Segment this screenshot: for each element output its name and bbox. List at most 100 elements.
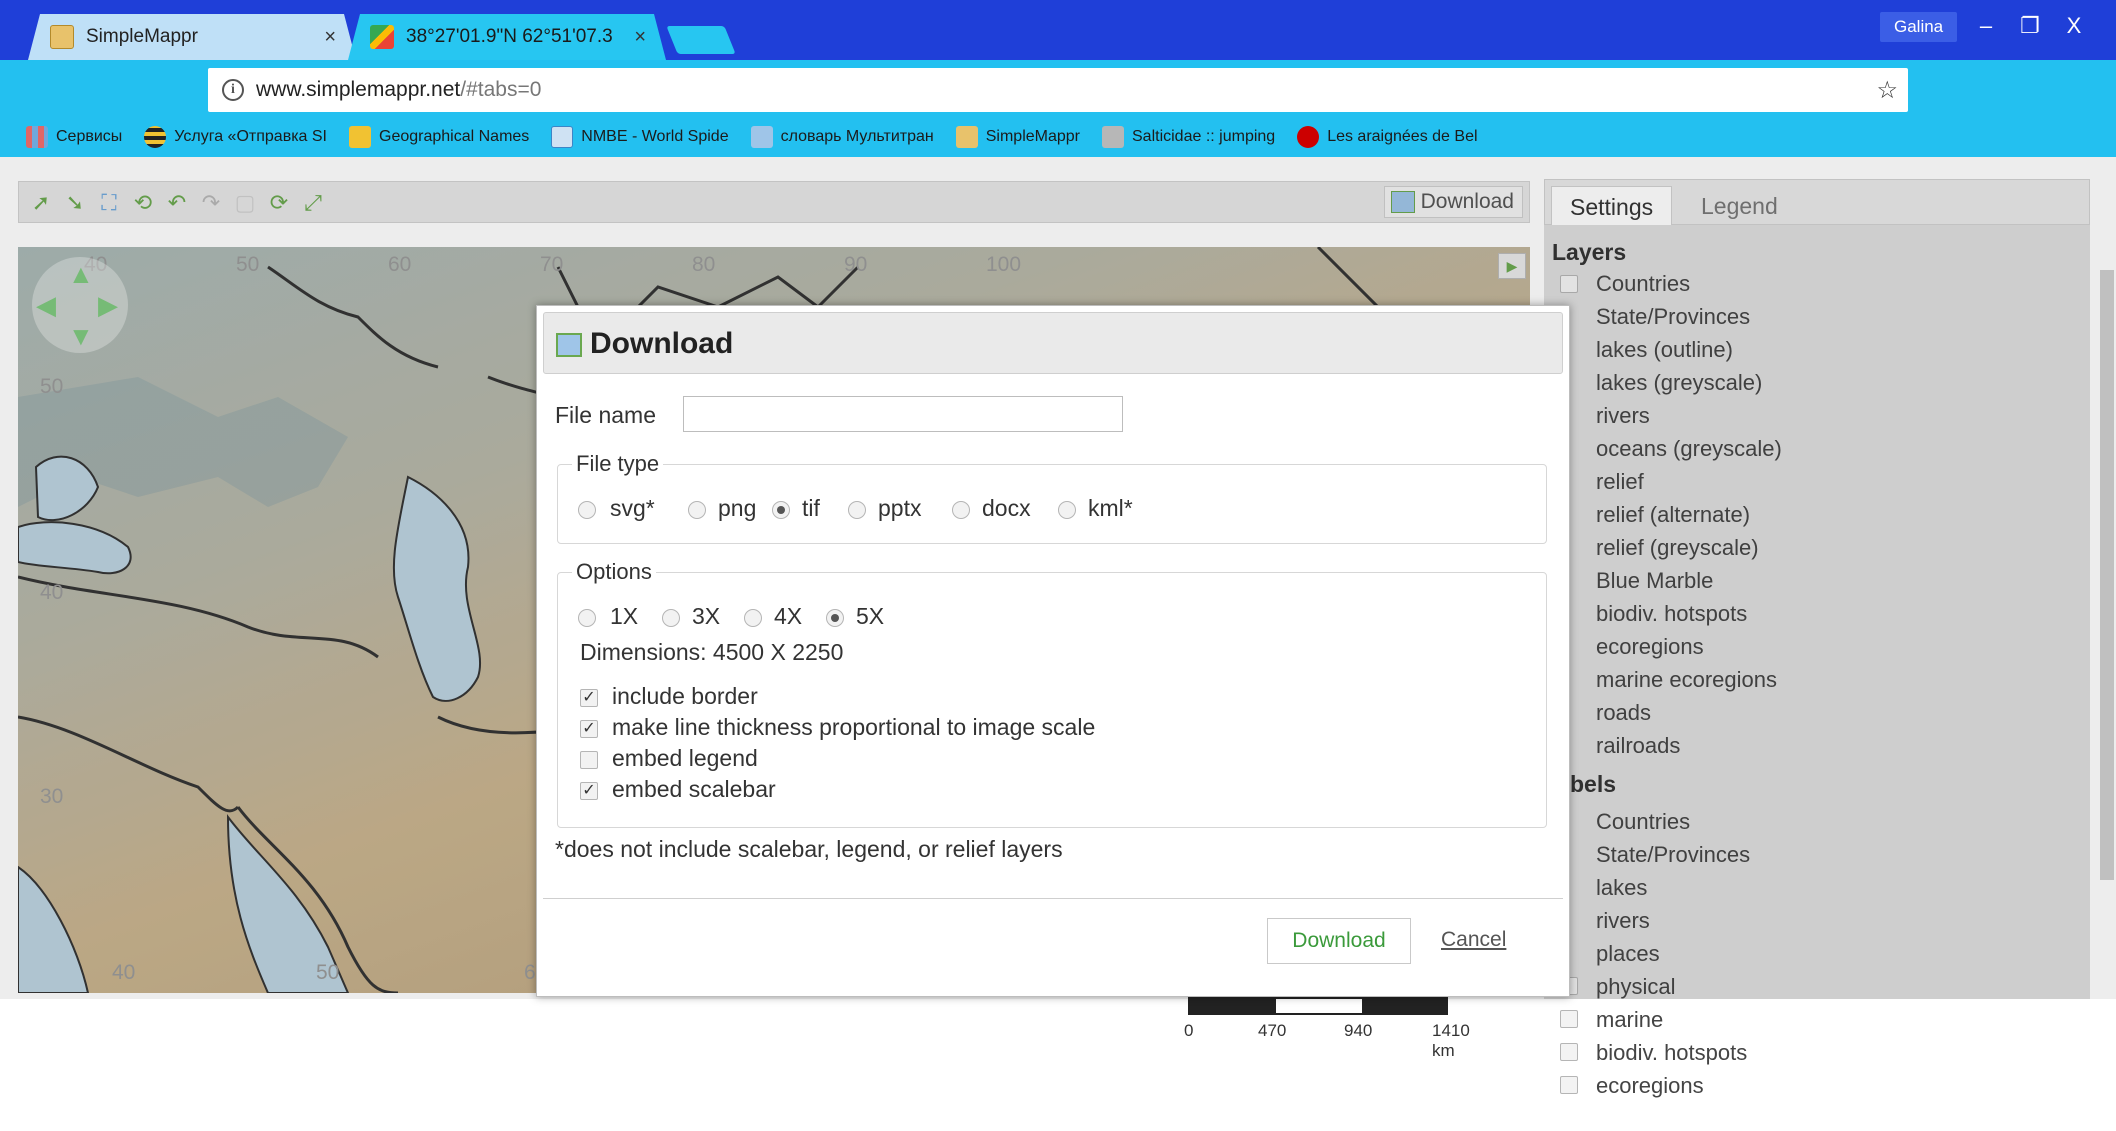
close-window-button[interactable]: X: [2052, 10, 2096, 42]
bookmark-star-icon[interactable]: ☆: [1876, 76, 1898, 105]
label-checkbox[interactable]: [1560, 1076, 1578, 1094]
simplemappr-favicon-icon: [50, 25, 74, 49]
refresh-icon[interactable]: ⟳: [267, 191, 291, 215]
embed-legend-checkbox[interactable]: [580, 751, 598, 769]
close-tab-icon[interactable]: ×: [324, 26, 336, 49]
scale-label: 1X: [610, 603, 639, 629]
layer-checkbox[interactable]: [1560, 275, 1578, 293]
scalebar-label: 470: [1258, 1021, 1287, 1040]
profile-button[interactable]: Galina: [1880, 12, 1958, 42]
options-fieldset: Options 1X 3X 4X 5X Dimensions: 4500 X 2…: [557, 559, 1547, 828]
download-button[interactable]: Download: [1267, 918, 1411, 964]
zoom-out-icon[interactable]: ➘: [63, 191, 87, 215]
url-path: /#tabs=0: [460, 78, 542, 101]
filetype-kml-radio[interactable]: [1058, 501, 1076, 519]
panel-tabs: Settings Legend: [1544, 179, 2090, 226]
bookmark-item[interactable]: Сервисы: [26, 126, 122, 148]
file-type-legend: File type: [572, 451, 664, 477]
map-lon-tick: 6: [524, 961, 536, 984]
google-maps-favicon-icon: [370, 25, 394, 49]
pan-up-icon[interactable]: ▲: [68, 259, 94, 290]
filetype-svg-radio[interactable]: [578, 501, 596, 519]
scale-label: 3X: [692, 603, 721, 629]
filetype-tif-radio[interactable]: [772, 501, 790, 519]
map-lon-tick: 80: [692, 253, 716, 276]
tab-simplemappr[interactable]: SimpleMappr ×: [28, 14, 356, 60]
bookmark-item[interactable]: SimpleMappr: [955, 126, 1080, 148]
url-host: www.simplemappr.net: [256, 78, 461, 101]
blank-page-icon[interactable]: ▢: [233, 191, 257, 215]
site-info-icon[interactable]: i: [222, 79, 244, 101]
layer-item: oceans (greyscale): [1596, 436, 1782, 461]
bookmarks-bar: Сервисы Услуга «Отправка SI Geographical…: [0, 117, 2116, 157]
fullscreen-icon[interactable]: ⤢: [301, 191, 325, 215]
tab-settings[interactable]: Settings: [1551, 186, 1673, 226]
map-lat-tick: 40: [40, 581, 64, 604]
embed-scalebar-checkbox[interactable]: ✓: [580, 782, 598, 800]
scale-label: 4X: [774, 603, 803, 629]
checkbox-label: embed legend: [612, 745, 758, 771]
scalebar-label: 1410 km: [1432, 1021, 1470, 1060]
file-name-input[interactable]: [683, 396, 1123, 432]
toolbar-download-button[interactable]: Download: [1383, 186, 1523, 218]
rotate-icon[interactable]: ⟲: [131, 191, 155, 215]
pan-down-icon[interactable]: ▼: [68, 321, 94, 352]
minimize-button[interactable]: –: [1964, 10, 2008, 42]
undo-icon[interactable]: ↶: [165, 191, 189, 215]
pan-right-icon[interactable]: ▶: [98, 290, 118, 321]
zoom-in-icon[interactable]: ➚: [29, 191, 53, 215]
bookmark-item[interactable]: Услуга «Отправка SI: [144, 126, 327, 148]
restore-button[interactable]: ❐: [2008, 10, 2052, 42]
bookmark-item[interactable]: Salticidae :: jumping: [1102, 126, 1275, 148]
label-item: Countries: [1596, 809, 1691, 834]
pan-left-icon[interactable]: ◀: [36, 290, 56, 321]
crop-icon[interactable]: ⛶: [97, 191, 121, 215]
map-lon-tick: 40: [112, 961, 136, 984]
download-dialog: Download File name File type svg* png ti…: [536, 305, 1570, 997]
bookmark-item[interactable]: словарь Мультитран: [750, 126, 934, 148]
panel-body: Layers Countries State/Provinces lakes (…: [1544, 225, 2090, 1131]
label-item: physical: [1596, 974, 1676, 999]
tab-title: 38°27'01.9"N 62°51'07.3: [406, 26, 613, 47]
redo-icon[interactable]: ↷: [199, 191, 223, 215]
scale-5x-radio[interactable]: [826, 609, 844, 627]
tab-strip: SimpleMappr × 38°27'01.9"N 62°51'07.3 × …: [0, 0, 2116, 60]
scale-3x-radio[interactable]: [662, 609, 680, 627]
label-checkbox[interactable]: [1560, 1010, 1578, 1028]
bookmark-item[interactable]: NMBE - World Spide: [551, 126, 729, 148]
jumping-spider-icon: [1102, 126, 1124, 148]
filetype-pptx-radio[interactable]: [848, 501, 866, 519]
line-thickness-checkbox[interactable]: ✓: [580, 720, 598, 738]
bookmark-item[interactable]: Geographical Names: [349, 126, 529, 148]
filetype-docx-radio[interactable]: [952, 501, 970, 519]
footnote-text: *does not include scalebar, legend, or r…: [555, 836, 1063, 862]
download-image-icon: [556, 333, 582, 357]
new-tab-button[interactable]: [666, 26, 736, 54]
cancel-link[interactable]: Cancel: [1441, 928, 1506, 952]
layer-item: marine ecoregions: [1596, 667, 1777, 692]
address-bar[interactable]: i www.simplemappr.net/#tabs=0 ☆: [208, 68, 1908, 112]
map-lon-tick: 90: [844, 253, 868, 276]
label-item: rivers: [1596, 908, 1650, 933]
tab-legend[interactable]: Legend: [1683, 186, 1796, 226]
filetype-label: tif: [802, 495, 820, 521]
label-checkbox[interactable]: [1560, 1043, 1578, 1061]
filetype-label: pptx: [878, 495, 922, 521]
layer-item: relief: [1596, 469, 1644, 494]
page-scrollbar[interactable]: [2100, 270, 2114, 880]
include-border-checkbox[interactable]: ✓: [580, 689, 598, 707]
pan-control[interactable]: ▲ ▼ ◀ ▶: [32, 257, 128, 353]
scale-1x-radio[interactable]: [578, 609, 596, 627]
close-tab-icon[interactable]: ×: [634, 26, 646, 49]
layer-item: biodiv. hotspots: [1596, 601, 1748, 626]
settings-panel: Settings Legend Layers Countries State/P…: [1544, 179, 2090, 1131]
scalebar-label: 940: [1344, 1021, 1373, 1040]
layer-item: relief (alternate): [1596, 502, 1751, 527]
simplemappr-icon: [955, 126, 978, 148]
bookmark-item[interactable]: Les araignées de Bel: [1297, 126, 1478, 148]
filetype-png-radio[interactable]: [688, 501, 706, 519]
apps-grid-icon: [26, 126, 48, 148]
tab-google-maps[interactable]: 38°27'01.9"N 62°51'07.3 ×: [348, 14, 666, 60]
scale-4x-radio[interactable]: [744, 609, 762, 627]
map-toggle-icon[interactable]: ▶: [1498, 253, 1526, 279]
